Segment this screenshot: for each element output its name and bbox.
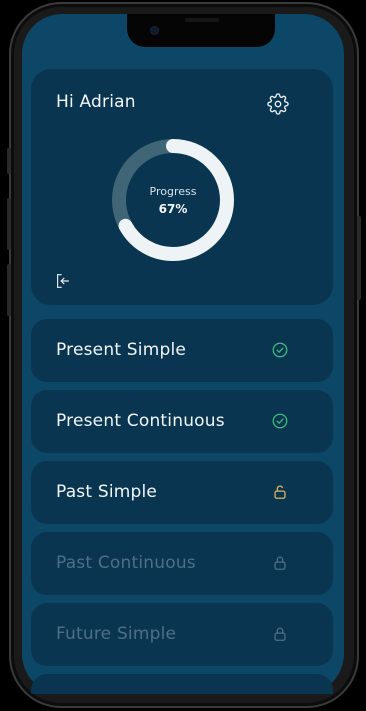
speaker [185,18,219,22]
logout-icon[interactable] [54,272,72,290]
lesson-card [31,674,333,694]
lesson-card: Past Continuous [31,532,333,595]
gear-icon[interactable] [267,93,289,115]
lesson-card[interactable]: Past Simple [31,461,333,524]
volume-down-button [7,264,11,316]
lock-icon [271,554,289,572]
camera [151,27,158,34]
lesson-title: Past Continuous [56,553,196,573]
progress-value: 67% [158,201,188,216]
lesson-title: Present Simple [56,340,187,360]
progress-ring: Progress 67% [109,136,237,264]
lesson-card[interactable]: Present Continuous [31,390,333,453]
check-circle-icon [271,412,289,430]
notch [127,14,275,47]
mute-switch [7,148,11,174]
lock-icon [271,625,289,643]
lesson-card: Future Simple [31,603,333,666]
check-circle-icon [271,341,289,359]
lesson-title: Future Simple [56,624,177,644]
lesson-title: Present Continuous [56,411,225,431]
unlock-icon [271,483,289,501]
profile-card: Hi Adrian Progress 67% [31,69,333,305]
power-button [357,216,361,300]
progress-label: Progress [149,184,197,198]
lesson-card[interactable]: Present Simple [31,319,333,382]
lesson-title: Past Simple [56,482,158,502]
greeting-text: Hi Adrian [56,92,136,112]
volume-up-button [7,198,11,250]
